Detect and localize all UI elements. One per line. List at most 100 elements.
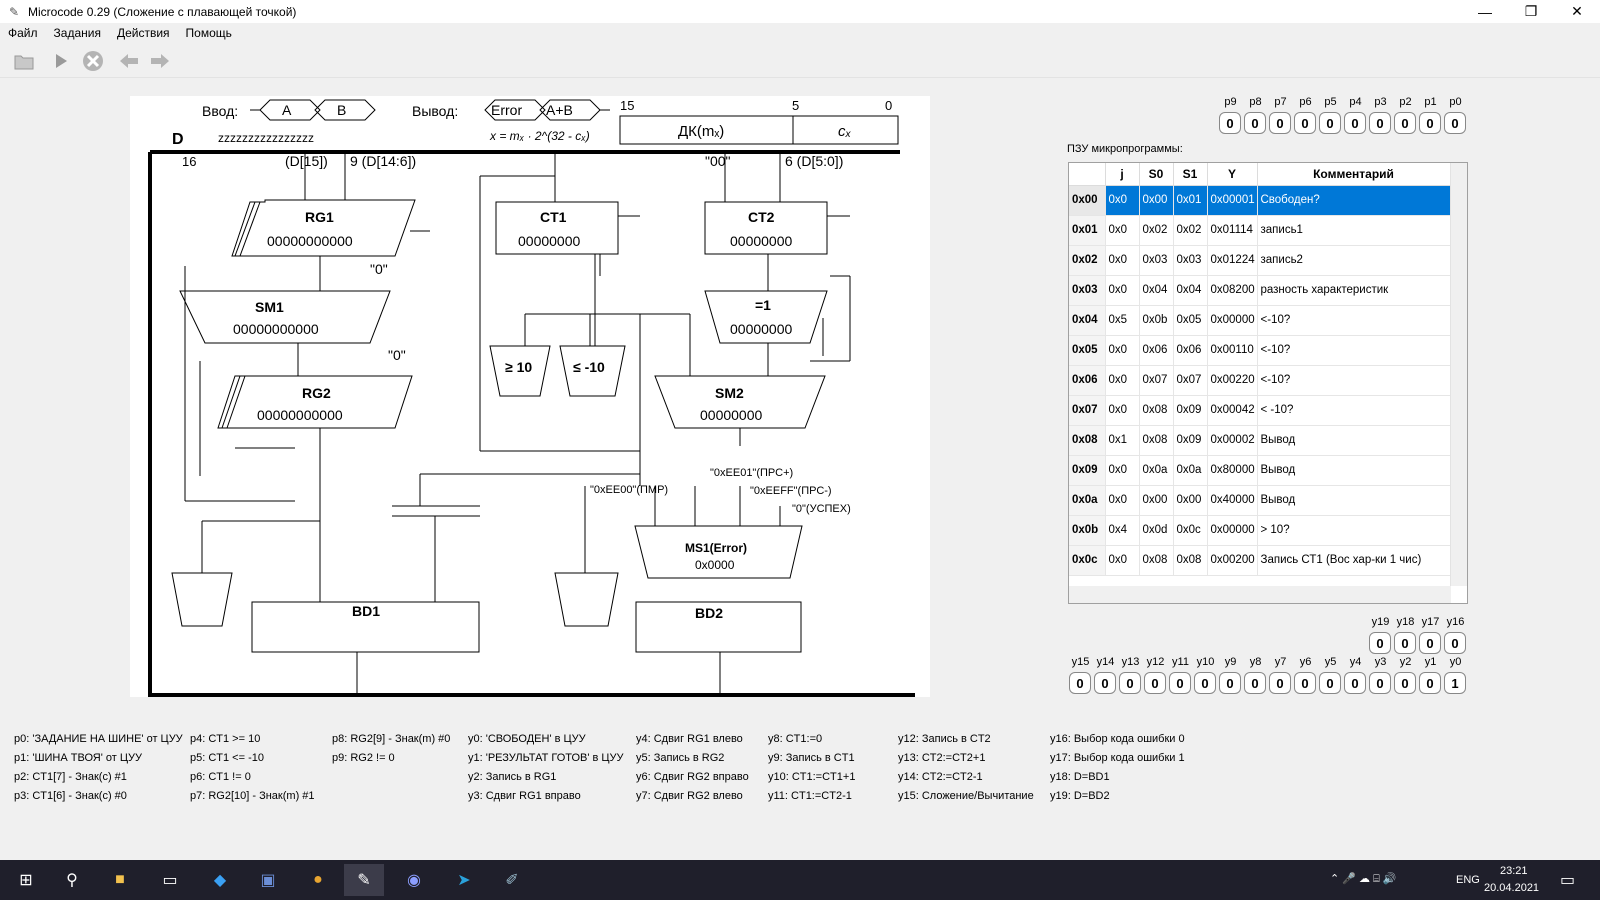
- maximize-button[interactable]: ❐: [1508, 0, 1554, 23]
- rom-cell-addr[interactable]: 0x00: [1069, 185, 1106, 216]
- rom-cell-y[interactable]: 0x00000: [1207, 515, 1258, 546]
- rom-cell-addr[interactable]: 0x08: [1069, 425, 1106, 456]
- rom-cell-s0[interactable]: 0x07: [1139, 365, 1174, 396]
- rom-row[interactable]: 0x0c 0x0 0x08 0x08 0x00200 Запись СТ1 (Вос ха…: [1069, 545, 1451, 576]
- rom-cell-s0[interactable]: 0x02: [1139, 215, 1174, 246]
- rom-cell-comment[interactable]: запись2: [1257, 245, 1451, 276]
- open-file-button[interactable]: [10, 48, 38, 74]
- rom-cell-s1[interactable]: 0x06: [1173, 335, 1208, 366]
- rom-row[interactable]: 0x0b 0x4 0x0d 0x0c 0x00000 > 10?: [1069, 515, 1451, 546]
- rom-cell-y[interactable]: 0x00000: [1207, 305, 1258, 336]
- rom-cell-s0[interactable]: 0x08: [1139, 545, 1174, 576]
- rom-cell-y[interactable]: 0x01114: [1207, 215, 1258, 246]
- flag-bit-p0[interactable]: 0: [1444, 112, 1466, 134]
- rom-cell-s0[interactable]: 0x00: [1139, 485, 1174, 516]
- discord-button[interactable]: ◉: [394, 864, 434, 896]
- vscode-button[interactable]: ◆: [200, 864, 240, 896]
- rom-cell-s1[interactable]: 0x09: [1173, 425, 1208, 456]
- rom-cell-s1[interactable]: 0x0a: [1173, 455, 1208, 486]
- flag-bit-y17[interactable]: 0: [1419, 632, 1441, 654]
- flag-bit-y1[interactable]: 0: [1419, 672, 1441, 694]
- flag-bit-y7[interactable]: 0: [1269, 672, 1291, 694]
- rom-cell-s1[interactable]: 0x01: [1173, 185, 1208, 216]
- microcode-button[interactable]: ✎: [344, 864, 384, 896]
- rom-cell-s1[interactable]: 0x04: [1173, 275, 1208, 306]
- notifications-icon[interactable]: ▭: [1560, 870, 1575, 890]
- paint-button[interactable]: ✐: [492, 864, 532, 896]
- col-s0-header[interactable]: S0: [1139, 163, 1174, 186]
- start-button[interactable]: ⊞: [6, 864, 46, 896]
- flag-bit-p3[interactable]: 0: [1369, 112, 1391, 134]
- menu-file[interactable]: Файл: [0, 23, 46, 43]
- flag-bit-p8[interactable]: 0: [1244, 112, 1266, 134]
- rom-cell-addr[interactable]: 0x01: [1069, 215, 1106, 246]
- rom-cell-y[interactable]: 0x00002: [1207, 425, 1258, 456]
- rom-table[interactable]: j S0 S1 Y Комментарий 0x00 0x0 0x00 0x01 0x0…: [1068, 162, 1468, 604]
- rom-row[interactable]: 0x07 0x0 0x08 0x09 0x00042 < -10?: [1069, 395, 1451, 426]
- rom-cell-comment[interactable]: Вывод: [1257, 485, 1451, 516]
- rom-cell-j[interactable]: 0x0: [1105, 485, 1140, 516]
- rom-cell-addr[interactable]: 0x03: [1069, 275, 1106, 306]
- chrome-button[interactable]: ●: [298, 864, 338, 896]
- flag-bit-y14[interactable]: 0: [1094, 672, 1116, 694]
- rom-row[interactable]: 0x06 0x0 0x07 0x07 0x00220 <-10?: [1069, 365, 1451, 396]
- rom-cell-s1[interactable]: 0x08: [1173, 545, 1208, 576]
- rom-cell-comment[interactable]: <-10?: [1257, 335, 1451, 366]
- rom-row[interactable]: 0x0a 0x0 0x00 0x00 0x40000 Вывод: [1069, 485, 1451, 516]
- rom-cell-comment[interactable]: Вывод: [1257, 425, 1451, 456]
- clock-date[interactable]: 20.04.2021: [1484, 882, 1539, 894]
- menu-tasks[interactable]: Задания: [46, 23, 109, 43]
- rom-cell-s1[interactable]: 0x07: [1173, 365, 1208, 396]
- rom-cell-comment[interactable]: Вывод: [1257, 455, 1451, 486]
- search-button[interactable]: ⚲: [52, 864, 92, 896]
- rom-cell-j[interactable]: 0x4: [1105, 515, 1140, 546]
- step-forward-button[interactable]: [146, 48, 174, 74]
- language-indicator[interactable]: ENG: [1456, 874, 1480, 886]
- flag-bit-p1[interactable]: 0: [1419, 112, 1441, 134]
- rom-cell-s1[interactable]: 0x02: [1173, 215, 1208, 246]
- rom-cell-comment[interactable]: < -10?: [1257, 395, 1451, 426]
- rom-row[interactable]: 0x05 0x0 0x06 0x06 0x00110 <-10?: [1069, 335, 1451, 366]
- rom-row[interactable]: 0x02 0x0 0x03 0x03 0x01224 запись2: [1069, 245, 1451, 276]
- rom-row[interactable]: 0x03 0x0 0x04 0x04 0x08200 разность характери…: [1069, 275, 1451, 306]
- menu-help[interactable]: Помощь: [178, 23, 240, 43]
- rom-cell-addr[interactable]: 0x0b: [1069, 515, 1106, 546]
- flag-bit-y15[interactable]: 0: [1069, 672, 1091, 694]
- flag-bit-p4[interactable]: 0: [1344, 112, 1366, 134]
- rom-cell-addr[interactable]: 0x04: [1069, 305, 1106, 336]
- rom-cell-j[interactable]: 0x0: [1105, 455, 1140, 486]
- rom-cell-j[interactable]: 0x0: [1105, 245, 1140, 276]
- rom-cell-s0[interactable]: 0x06: [1139, 335, 1174, 366]
- rom-cell-addr[interactable]: 0x07: [1069, 395, 1106, 426]
- rom-cell-y[interactable]: 0x00042: [1207, 395, 1258, 426]
- flag-bit-y8[interactable]: 0: [1244, 672, 1266, 694]
- rom-cell-y[interactable]: 0x08200: [1207, 275, 1258, 306]
- flag-bit-y13[interactable]: 0: [1119, 672, 1141, 694]
- rom-cell-addr[interactable]: 0x09: [1069, 455, 1106, 486]
- rom-cell-y[interactable]: 0x40000: [1207, 485, 1258, 516]
- flag-bit-y9[interactable]: 0: [1219, 672, 1241, 694]
- flag-bit-p2[interactable]: 0: [1394, 112, 1416, 134]
- flag-bit-y10[interactable]: 0: [1194, 672, 1216, 694]
- minimize-button[interactable]: —: [1462, 0, 1508, 23]
- col-s1-header[interactable]: S1: [1173, 163, 1208, 186]
- rom-cell-y[interactable]: 0x00110: [1207, 335, 1258, 366]
- rom-cell-y[interactable]: 0x80000: [1207, 455, 1258, 486]
- rom-row[interactable]: 0x00 0x0 0x00 0x01 0x00001 Свободен?: [1069, 185, 1451, 216]
- rom-cell-addr[interactable]: 0x06: [1069, 365, 1106, 396]
- clock-time[interactable]: 23:21: [1500, 865, 1528, 877]
- col-comment-header[interactable]: Комментарий: [1257, 163, 1451, 186]
- rom-cell-j[interactable]: 0x5: [1105, 305, 1140, 336]
- run-button[interactable]: [47, 48, 75, 74]
- rom-cell-s0[interactable]: 0x0a: [1139, 455, 1174, 486]
- flag-bit-y16[interactable]: 0: [1444, 632, 1466, 654]
- rom-cell-comment[interactable]: <-10?: [1257, 305, 1451, 336]
- rom-cell-s0[interactable]: 0x00: [1139, 185, 1174, 216]
- flag-bit-y2[interactable]: 0: [1394, 672, 1416, 694]
- rom-row[interactable]: 0x04 0x5 0x0b 0x05 0x00000 <-10?: [1069, 305, 1451, 336]
- rom-cell-y[interactable]: 0x00001: [1207, 185, 1258, 216]
- rom-cell-comment[interactable]: запись1: [1257, 215, 1451, 246]
- rom-cell-y[interactable]: 0x00200: [1207, 545, 1258, 576]
- rom-cell-comment[interactable]: Свободен?: [1257, 185, 1451, 216]
- flag-bit-y19[interactable]: 0: [1369, 632, 1391, 654]
